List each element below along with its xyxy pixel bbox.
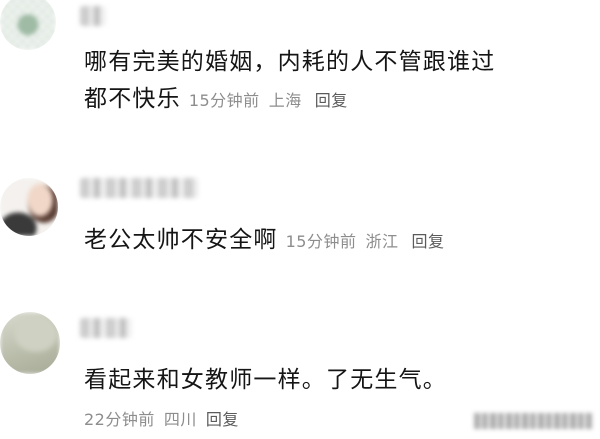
comment-meta: 15分钟前 上海 回复 <box>189 91 357 110</box>
avatar[interactable] <box>0 178 58 236</box>
username-blurred[interactable] <box>80 178 198 198</box>
comment-text: 哪有完美的婚姻，内耗的人不管跟谁过 都不快乐 15分钟前 上海 回复 <box>84 49 496 112</box>
watermark <box>474 413 592 429</box>
avatar[interactable] <box>0 0 56 50</box>
comment-location: 浙江 <box>365 232 399 251</box>
comment-item-1: 哪有完美的婚姻，内耗的人不管跟谁过 都不快乐 15分钟前 上海 回复 <box>0 0 600 150</box>
reply-button[interactable]: 回复 <box>315 91 348 110</box>
comment-text: 老公太帅不安全啊 15分钟前 浙江 回复 <box>84 222 454 260</box>
comment-text: 看起来和女教师一样。了无生气。 <box>84 367 447 393</box>
comment-location: 四川 <box>163 410 197 429</box>
comment-meta: 15分钟前 浙江 回复 <box>286 232 454 251</box>
comment-time: 22分钟前 <box>84 410 155 429</box>
comment-time: 15分钟前 <box>188 91 260 110</box>
comment-meta: 22分钟前 四川 回复 <box>84 406 239 430</box>
comment-time: 15分钟前 <box>285 232 357 251</box>
username-blurred[interactable] <box>80 318 132 338</box>
reply-button[interactable]: 回复 <box>412 232 445 251</box>
username-blurred[interactable] <box>80 6 106 26</box>
avatar[interactable] <box>0 312 60 374</box>
comment-item-2: 老公太帅不安全啊 15分钟前 浙江 回复 <box>0 170 600 290</box>
reply-button[interactable]: 回复 <box>206 410 239 429</box>
comment-location: 上海 <box>268 91 302 110</box>
